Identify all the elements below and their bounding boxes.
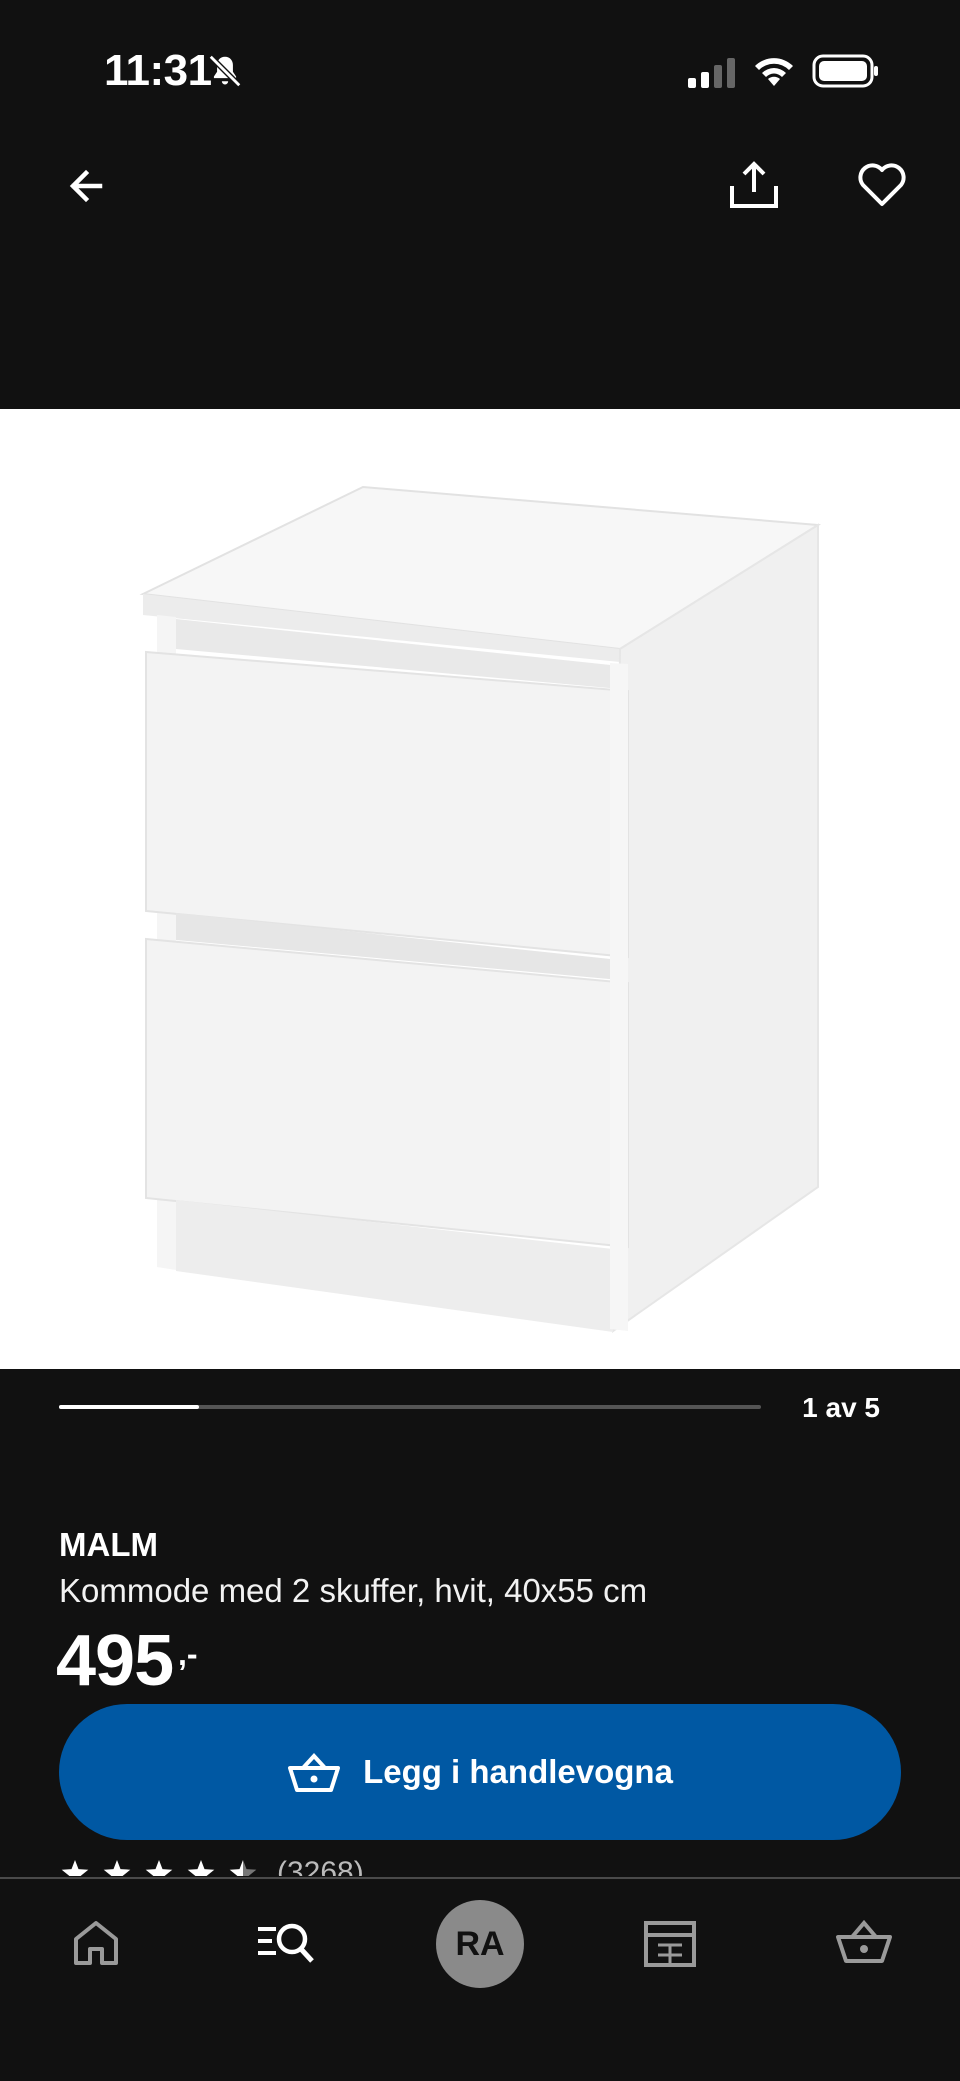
product-price: 495 [56,1621,174,1701]
rating-star [103,1860,131,1876]
search-icon[interactable] [254,1911,318,1975]
bell-muted-icon [208,54,242,88]
rating-star [145,1860,173,1876]
rating-count: (3268) [277,1856,364,1876]
carousel-progress [59,1405,761,1409]
add-to-cart-label: Legg i handlevogna [363,1753,673,1790]
product-description: Kommode med 2 skuffer, hvit, 40x55 cm [59,1572,648,1609]
product-rating[interactable]: (3268) [59,1852,459,1876]
rating-star [61,1860,89,1876]
carousel-counter: 1 av 5 [802,1392,880,1423]
rating-star [229,1860,257,1876]
status-bar: 11:31 [0,0,960,140]
rating-stars [61,1860,257,1876]
battery-icon [812,54,878,88]
signal-icon [688,58,735,88]
share-icon[interactable] [726,156,782,212]
carousel-progress-fill [59,1405,200,1409]
rating-star [187,1860,215,1876]
dresser-illustration [139,485,822,1333]
price-suffix: ,- [178,1636,198,1672]
product-brand: MALM [59,1526,158,1563]
status-time: 11:31 [104,46,212,95]
shopping-basket-icon [288,1753,341,1792]
store-icon[interactable] [638,1911,702,1975]
basket-icon[interactable] [832,1911,896,1975]
wifi-icon [755,58,793,86]
back-arrow-icon[interactable] [60,158,116,214]
home-icon[interactable] [64,1911,128,1975]
bottom-navigation: RA [0,1877,960,2081]
product-image[interactable] [0,409,960,1369]
avatar[interactable]: RA [436,1900,524,1988]
add-to-cart-button[interactable]: Legg i handlevogna [59,1704,901,1840]
heart-icon[interactable] [854,156,910,212]
